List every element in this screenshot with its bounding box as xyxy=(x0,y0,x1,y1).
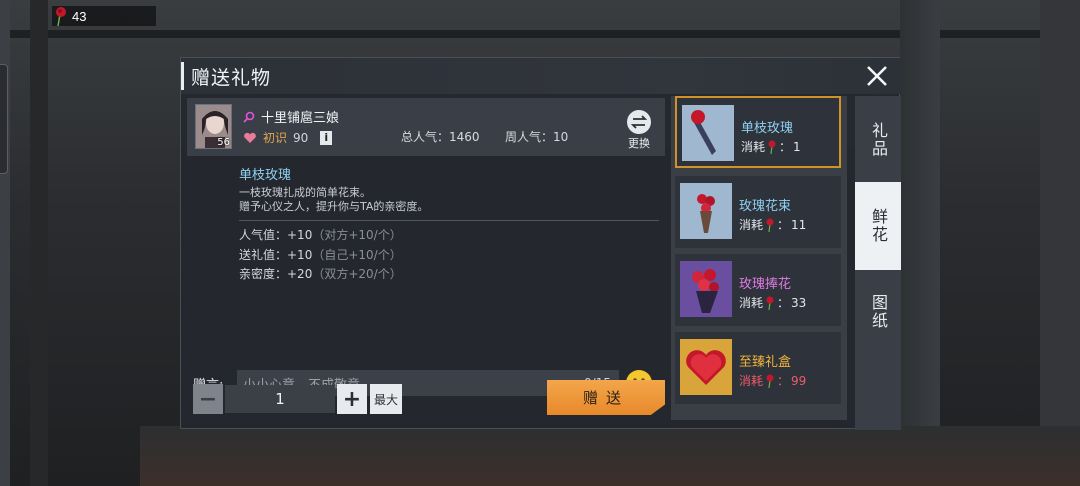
cost-label: 消耗 xyxy=(739,296,764,310)
cost-value: 33 xyxy=(791,295,807,310)
recipient-level: 56 xyxy=(217,137,230,148)
cost-value: 1 xyxy=(793,139,801,154)
rose-bunch-image xyxy=(680,183,732,239)
gift-item-deluxe-box[interactable]: 至臻礼盒 消耗 ： 99 xyxy=(675,332,841,404)
gift-cost: 消耗 ： 11 xyxy=(739,216,806,233)
gift-description-line: 赠予心仪之人，提升你与TA的亲密度。 xyxy=(239,200,429,213)
quantity-stepper: − 1 + 最大 xyxy=(193,384,403,414)
relationship-value: 90 xyxy=(293,130,309,145)
cost-colon: ： xyxy=(777,218,790,232)
recipient-name-row: 十里铺扈三娘 xyxy=(243,107,339,126)
category-tabs: 礼品 鲜花 图纸 xyxy=(855,96,901,430)
background-pillar xyxy=(1040,0,1080,486)
cost-label: 消耗 xyxy=(739,218,764,232)
relationship-row: 初识 90 i xyxy=(243,129,333,146)
effect-note: （双方+20/个） xyxy=(312,267,402,281)
info-button[interactable]: i xyxy=(320,130,333,145)
increase-button[interactable]: + xyxy=(337,384,367,414)
recipient-name: 十里铺扈三娘 xyxy=(261,111,340,126)
effect-note: （对方+10/个） xyxy=(312,228,402,242)
gift-item-rose-bunch[interactable]: 玫瑰花束 消耗 ： 11 xyxy=(675,176,841,248)
heart-gift-box-image xyxy=(680,339,732,395)
rose-icon xyxy=(766,218,774,232)
cost-value: 99 xyxy=(791,373,807,388)
gift-name: 玫瑰捧花 xyxy=(739,277,792,292)
gift-description-line: 一枝玫瑰扎成的简单花束。 xyxy=(239,186,371,199)
rose-icon xyxy=(768,140,776,154)
gift-cost: 消耗 ： 1 xyxy=(741,138,801,155)
tab-flowers[interactable]: 鲜花 xyxy=(855,182,901,270)
tab-blueprints[interactable]: 图纸 xyxy=(855,268,901,356)
cost-value: 11 xyxy=(791,217,807,232)
rose-icon xyxy=(766,374,774,388)
heart-icon xyxy=(244,132,256,143)
close-icon xyxy=(867,66,887,86)
gift-effect: 送礼值：+10（自己+10/个） xyxy=(239,246,659,266)
effect-value: 人气值：+10 xyxy=(239,228,313,242)
gift-detail: 单枝玫瑰 一枝玫瑰扎成的简单花束。 赠予心仪之人，提升你与TA的亲密度。 人气值… xyxy=(239,164,659,285)
gift-description: 一枝玫瑰扎成的简单花束。 赠予心仪之人，提升你与TA的亲密度。 xyxy=(239,186,659,214)
swap-recipient-button[interactable]: 更换 xyxy=(623,110,655,150)
side-panel-handle[interactable] xyxy=(0,64,8,174)
gift-name: 玫瑰花束 xyxy=(739,199,792,214)
cost-colon: ： xyxy=(777,374,790,388)
gift-effect: 亲密度：+20（双方+20/个） xyxy=(239,265,659,285)
background-pillar xyxy=(30,0,48,486)
decrease-button[interactable]: − xyxy=(193,384,223,414)
selected-gift-name: 单枝玫瑰 xyxy=(239,168,292,183)
swap-label: 更换 xyxy=(628,137,650,150)
recipient-card: 56 十里铺扈三娘 初识 90 i 总人气：1460 周人气：10 更换 xyxy=(187,98,665,156)
gift-info-pane: 56 十里铺扈三娘 初识 90 i 总人气：1460 周人气：10 更换 单枝玫… xyxy=(187,98,665,396)
rose-counter: 43 xyxy=(52,6,156,26)
gift-cost: 消耗 ： 33 xyxy=(739,294,806,311)
send-gift-button[interactable]: 赠送 xyxy=(547,380,665,415)
cost-colon: ： xyxy=(779,140,792,154)
title-accent-bar xyxy=(181,62,184,90)
gift-name: 单枝玫瑰 xyxy=(741,121,794,136)
background-pillar xyxy=(900,0,940,486)
gift-dialog: 赠送礼物 56 十里铺扈三娘 初识 90 i 总人气：1460 周人气：10 更… xyxy=(180,57,901,430)
rose-bouquet-image xyxy=(680,261,732,317)
cost-label: 消耗 xyxy=(741,140,766,154)
quantity-value[interactable]: 1 xyxy=(225,385,335,413)
rose-icon xyxy=(766,296,774,310)
gift-list: 单枝玫瑰 消耗 ： 1 玫瑰花束 消耗 ： 11 玫瑰捧花 消耗 ： 33 至臻… xyxy=(671,96,847,420)
recipient-avatar[interactable]: 56 xyxy=(195,104,232,149)
cost-colon: ： xyxy=(777,296,790,310)
rose-count: 43 xyxy=(72,8,87,24)
close-button[interactable] xyxy=(865,64,889,88)
cost-label: 消耗 xyxy=(739,374,764,388)
gift-item-single-rose[interactable]: 单枝玫瑰 消耗 ： 1 xyxy=(675,96,841,168)
relationship-level: 初识 xyxy=(263,131,288,145)
gift-cost: 消耗 ： 99 xyxy=(739,372,806,389)
gift-item-rose-bouquet[interactable]: 玫瑰捧花 消耗 ： 33 xyxy=(675,254,841,326)
effect-value: 亲密度：+20 xyxy=(239,267,313,281)
dialog-title: 赠送礼物 xyxy=(191,67,272,89)
max-button[interactable]: 最大 xyxy=(370,384,403,414)
search-icon[interactable] xyxy=(243,111,255,123)
tab-gifts[interactable]: 礼品 xyxy=(855,96,901,184)
rose-icon xyxy=(56,7,66,26)
single-rose-image xyxy=(682,105,734,161)
divider xyxy=(239,220,659,221)
gift-name: 至臻礼盒 xyxy=(739,355,792,370)
swap-icon xyxy=(627,110,651,134)
effect-value: 送礼值：+10 xyxy=(239,247,313,262)
gift-effect: 人气值：+10（对方+10/个） xyxy=(239,226,659,246)
background-floor xyxy=(140,426,1080,486)
total-popularity: 总人气：1460 xyxy=(401,130,480,144)
weekly-popularity: 周人气：10 xyxy=(505,130,569,144)
dialog-header: 赠送礼物 xyxy=(181,58,901,94)
effect-note: （自己+10/个） xyxy=(312,247,402,262)
